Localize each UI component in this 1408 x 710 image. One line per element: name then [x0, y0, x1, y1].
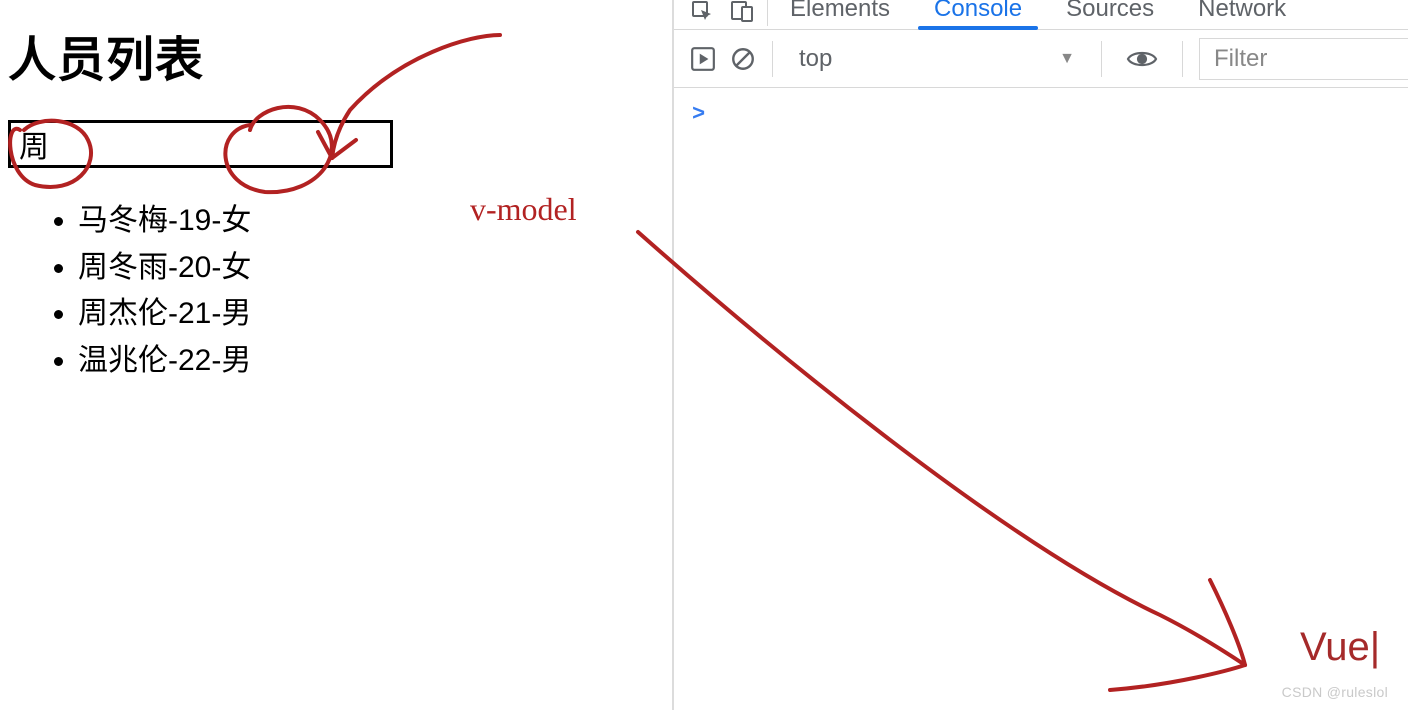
inspect-icon[interactable]: [690, 0, 714, 23]
eye-icon[interactable]: [1126, 46, 1158, 72]
tab-elements[interactable]: Elements: [768, 0, 912, 29]
devtools-tabs: Elements Console Sources Network: [674, 0, 1408, 30]
person-list: 马冬梅-19-女 周冬雨-20-女 周杰伦-21-男 温兆伦-22-男: [78, 198, 662, 384]
list-item: 马冬梅-19-女: [78, 198, 662, 245]
search-input[interactable]: [8, 120, 393, 168]
clear-console-icon[interactable]: [730, 46, 756, 72]
separator: [1182, 41, 1183, 77]
console-prompt: >: [692, 102, 705, 127]
list-item: 周冬雨-20-女: [78, 245, 662, 292]
chevron-down-icon: ▼: [1059, 50, 1075, 68]
list-item: 周杰伦-21-男: [78, 291, 662, 338]
context-select[interactable]: top ▼: [789, 38, 1085, 80]
console-body[interactable]: >: [674, 88, 1408, 141]
console-toolbar: top ▼ Filter: [674, 30, 1408, 88]
device-toggle-icon[interactable]: [730, 0, 754, 23]
separator: [772, 41, 773, 77]
filter-input[interactable]: Filter: [1199, 38, 1408, 80]
separator: [1101, 41, 1102, 77]
context-select-value: top: [799, 45, 832, 73]
tab-network[interactable]: Network: [1176, 0, 1308, 29]
tab-sources[interactable]: Sources: [1044, 0, 1176, 29]
app-page: 人员列表 马冬梅-19-女 周冬雨-20-女 周杰伦-21-男 温兆伦-22-男: [0, 0, 670, 710]
page-title: 人员列表: [8, 20, 662, 90]
filter-placeholder: Filter: [1214, 45, 1267, 73]
list-item: 温兆伦-22-男: [78, 338, 662, 385]
tab-console[interactable]: Console: [912, 0, 1044, 29]
watermark: CSDN @ruleslol: [1282, 684, 1388, 700]
play-icon[interactable]: [690, 46, 716, 72]
devtools-panel: Elements Console Sources Network top ▼: [672, 0, 1408, 710]
